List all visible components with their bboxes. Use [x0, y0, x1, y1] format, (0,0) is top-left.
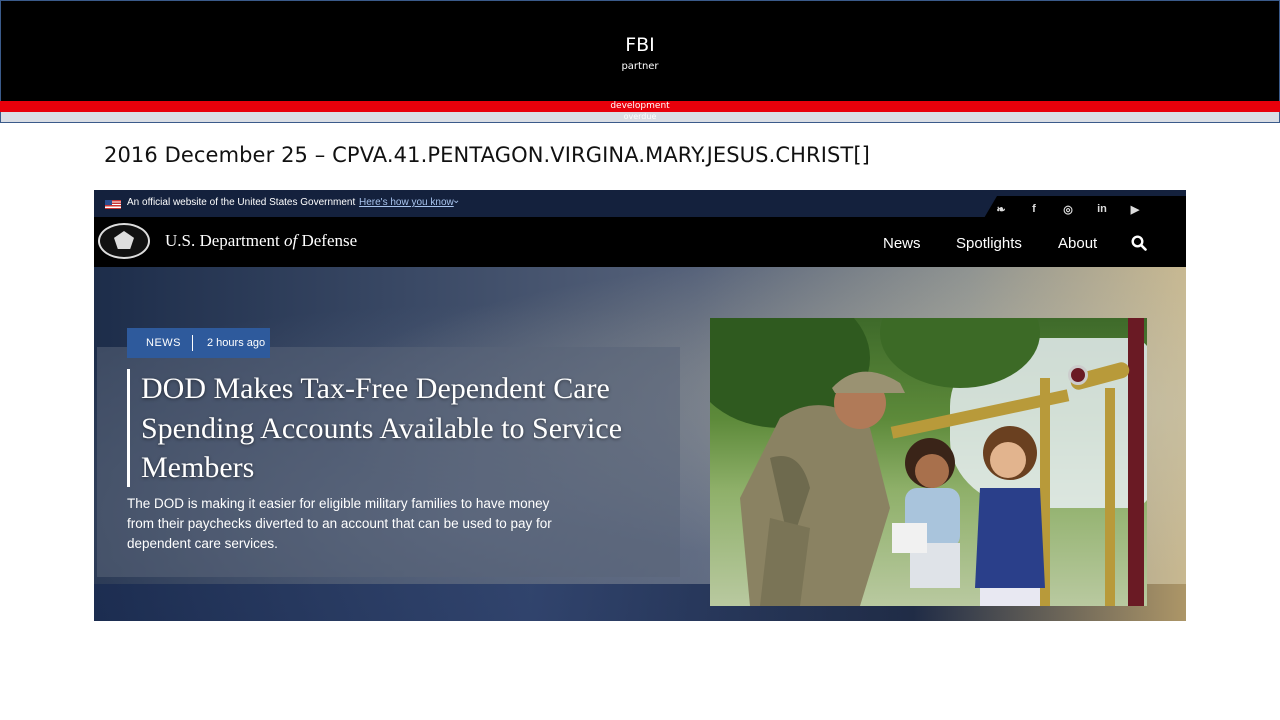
twitter-icon[interactable]: ❧	[994, 203, 1008, 216]
tag-timestamp: 2 hours ago	[207, 337, 266, 349]
hero-photo[interactable]	[710, 318, 1147, 606]
logo-text-part: Defense	[301, 231, 358, 250]
playground-joint	[1068, 365, 1088, 385]
youtube-icon[interactable]: ▶	[1128, 203, 1142, 216]
header-subtitle: partner	[621, 61, 659, 72]
photo-soldier	[740, 371, 905, 606]
logo-text-of: of	[283, 231, 298, 250]
nav-spotlights[interactable]: Spotlights	[956, 235, 1022, 252]
playground-post	[1128, 318, 1144, 606]
website-screenshot: An official website of the United States…	[94, 190, 1186, 621]
headline-accent-bar	[127, 369, 130, 487]
hero-headline[interactable]: DOD Makes Tax-Free Dependent Care Spendi…	[141, 369, 681, 488]
tag-category: NEWS	[146, 337, 181, 349]
slide-header: FBI partner	[0, 0, 1280, 101]
social-bar	[977, 196, 1186, 230]
red-status-bar: development	[0, 101, 1280, 112]
grey-status-bar: overdue	[0, 112, 1280, 123]
pentagon-seal-logo[interactable]	[98, 223, 150, 259]
search-icon[interactable]	[1131, 235, 1147, 251]
nav-about[interactable]: About	[1058, 235, 1097, 252]
site-logo-text[interactable]: U.S. Department of Defense	[165, 231, 357, 251]
chevron-down-icon[interactable]: ⌄	[452, 195, 460, 206]
hero-summary: The DOD is making it easier for eligible…	[127, 496, 552, 551]
logo-text-part: U.S. Department	[165, 231, 280, 250]
header-title: FBI	[625, 34, 655, 56]
linkedin-icon[interactable]: in	[1095, 203, 1109, 215]
gov-banner-text: An official website of the United States…	[127, 197, 356, 208]
photo-child-girl	[975, 426, 1045, 606]
tag-divider	[192, 335, 193, 351]
facebook-icon[interactable]: f	[1027, 203, 1041, 215]
playground-pole	[1105, 388, 1115, 606]
nav-news[interactable]: News	[883, 235, 921, 252]
news-tag: NEWS 2 hours ago	[127, 328, 270, 358]
slide-title: 2016 December 25 – CPVA.41.PENTAGON.VIRG…	[104, 143, 870, 167]
instagram-icon[interactable]: ◎	[1061, 203, 1075, 216]
heres-how-you-know-link[interactable]: Here's how you know	[359, 197, 454, 208]
us-flag-icon	[105, 200, 121, 209]
